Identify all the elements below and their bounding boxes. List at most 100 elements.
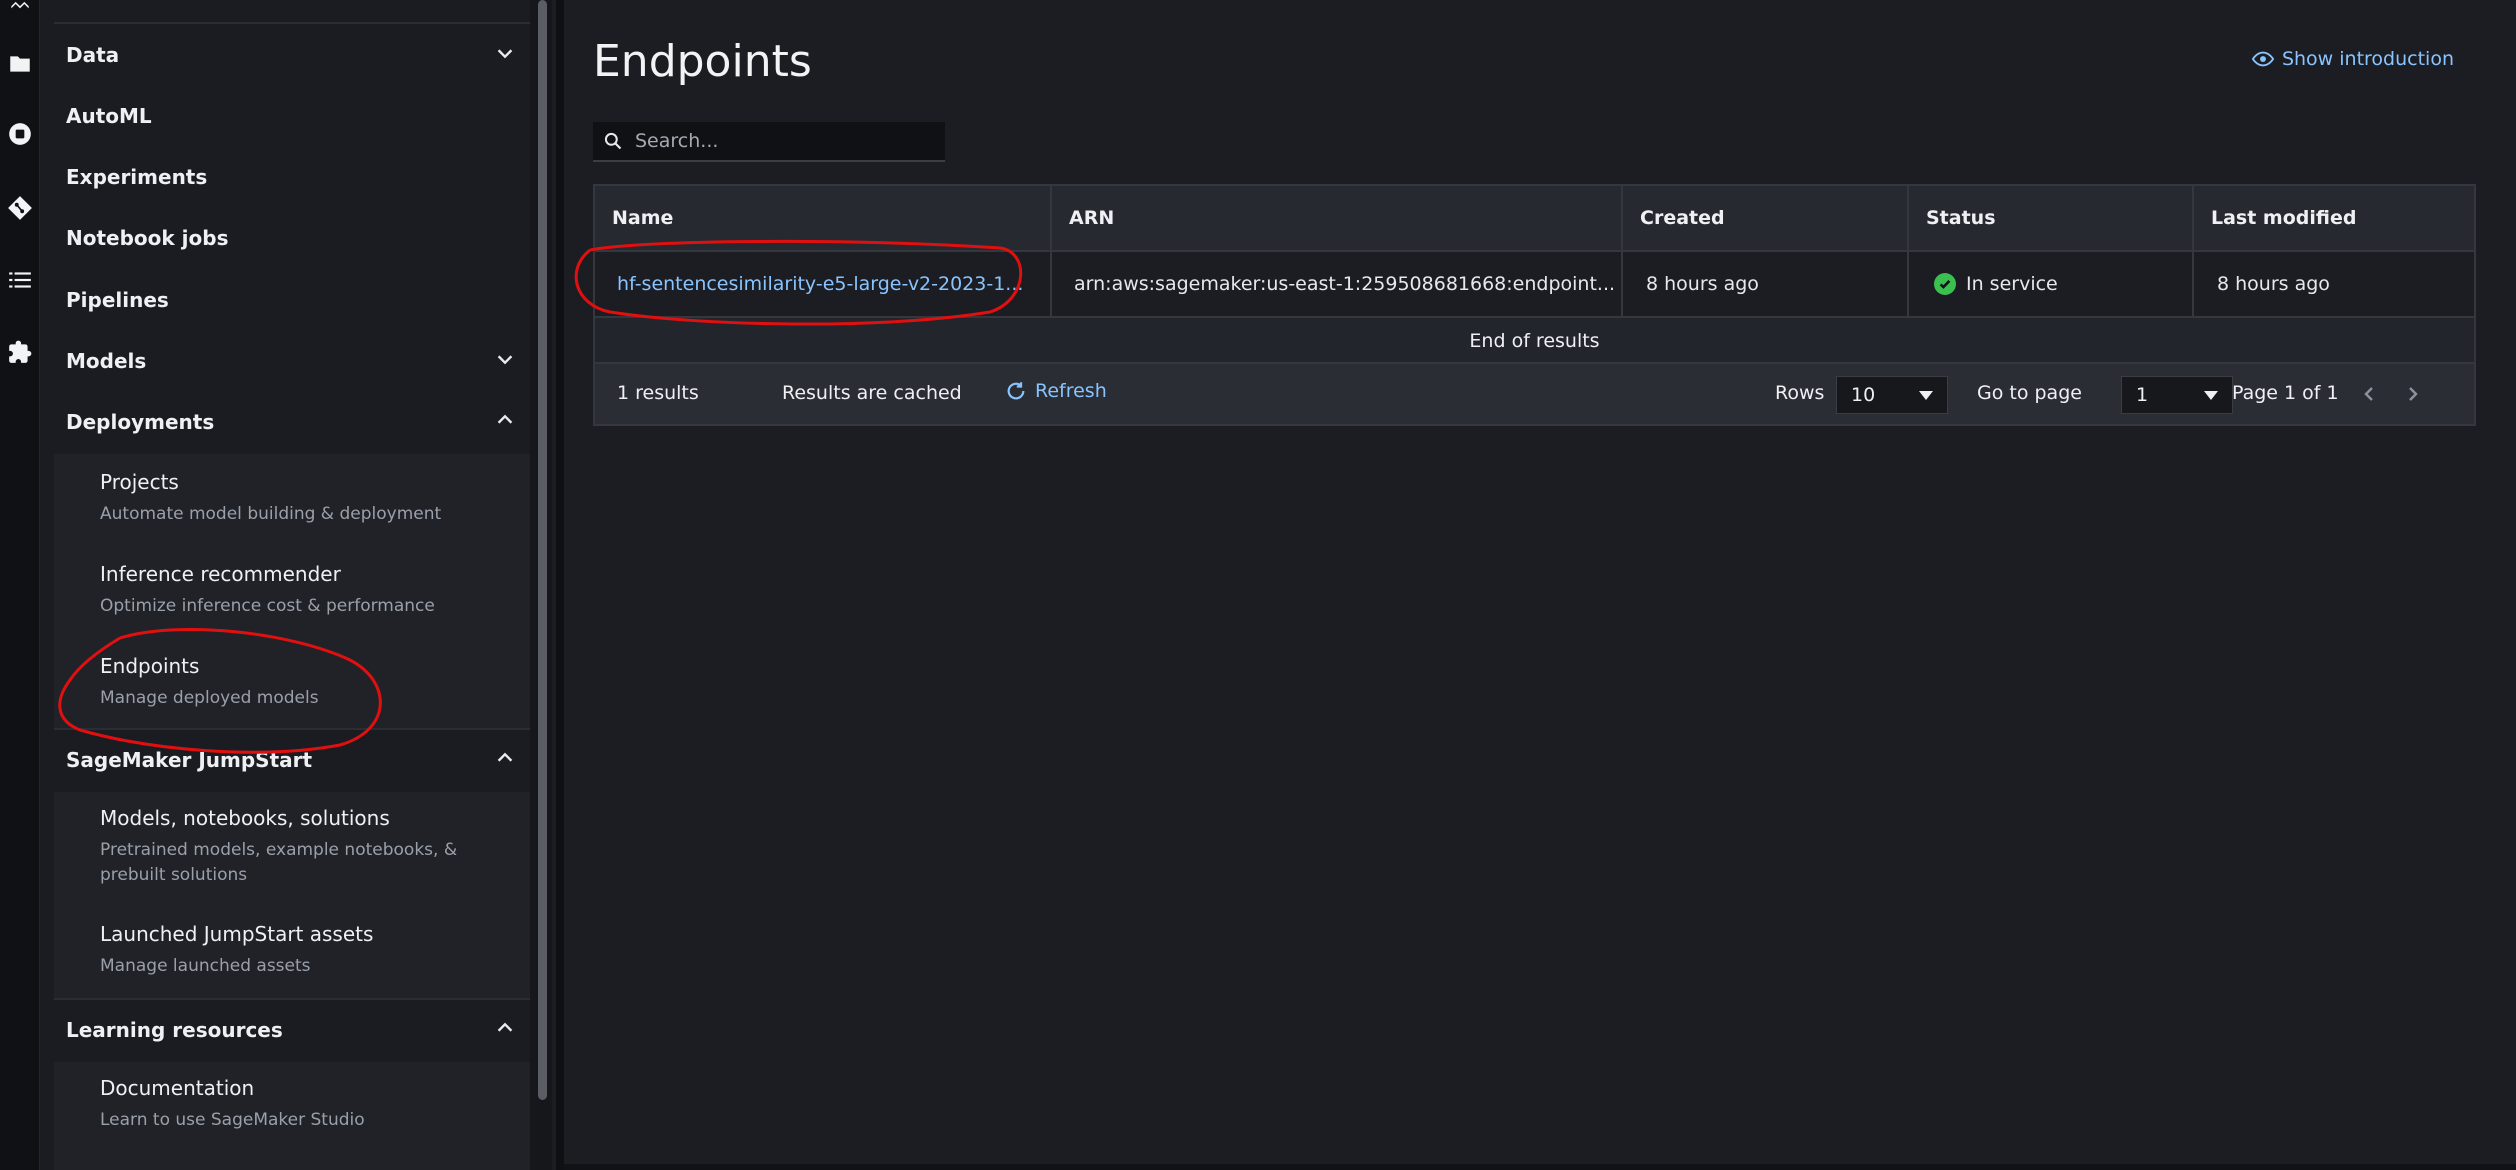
list-icon[interactable] xyxy=(2,262,38,298)
sidebar-item-inference-recommender[interactable]: Inference recommender Optimize inference… xyxy=(100,562,520,619)
endpoint-last-modified: 8 hours ago xyxy=(2217,273,2330,295)
chevron-down-icon[interactable] xyxy=(494,348,516,375)
column-header-last-modified[interactable]: Last modified xyxy=(2194,186,2474,250)
sidebar-item-learning-resources[interactable]: Learning resources xyxy=(66,1010,530,1050)
sidebar-item-label: Experiments xyxy=(66,165,208,189)
sub-item-title: Endpoints xyxy=(100,654,200,678)
sub-item-title: Documentation xyxy=(100,1076,255,1100)
sub-item-title: Models, notebooks, solutions xyxy=(100,806,390,830)
sidebar-divider xyxy=(54,998,530,1000)
show-introduction-label: Show introduction xyxy=(2281,48,2454,70)
stop-circle-icon[interactable] xyxy=(2,116,38,152)
endpoint-arn: arn:aws:sagemaker:us-east-1:259508681668… xyxy=(1052,252,1623,316)
search-box[interactable] xyxy=(593,122,945,162)
sidebar-item-label: SageMaker JumpStart xyxy=(66,748,313,772)
status-label: In service xyxy=(1966,273,2058,295)
column-header-status[interactable]: Status xyxy=(1909,186,2194,250)
sidebar-item-label: Pipelines xyxy=(66,288,169,312)
endpoint-name-link[interactable]: hf-sentencesimilarity-e5-large-v2-2023-1… xyxy=(595,252,1052,316)
sidebar-item-models-notebooks-solutions[interactable]: Models, notebooks, solutions Pretrained … xyxy=(100,806,520,888)
chevron-up-icon[interactable] xyxy=(494,1017,516,1044)
sidebar-item-label: Models xyxy=(66,349,147,373)
refresh-label: Refresh xyxy=(1035,380,1107,402)
end-of-results: End of results xyxy=(595,320,2474,364)
sidebar-scrollbar-thumb[interactable] xyxy=(538,0,547,1100)
go-to-page-select[interactable]: 1 xyxy=(2121,376,2233,414)
column-header-arn[interactable]: ARN xyxy=(1052,186,1623,250)
sidebar-item-label: Data xyxy=(66,43,120,67)
home-icon[interactable] xyxy=(2,0,38,22)
sagemaker-studio-window: Data AutoML Experiments Notebook jobs Pi… xyxy=(0,0,2516,1170)
sidebar-item-documentation[interactable]: Documentation Learn to use SageMaker Stu… xyxy=(100,1076,520,1133)
sidebar-item-projects[interactable]: Projects Automate model building & deplo… xyxy=(100,470,520,527)
table-row[interactable]: hf-sentencesimilarity-e5-large-v2-2023-1… xyxy=(595,252,2474,318)
rows-per-page-value: 10 xyxy=(1851,384,1876,406)
sidebar-item-jumpstart[interactable]: SageMaker JumpStart xyxy=(66,740,530,780)
sidebar-item-label: Learning resources xyxy=(66,1018,283,1042)
sub-item-title: Projects xyxy=(100,470,179,494)
sub-item-description: Learn to use SageMaker Studio xyxy=(100,1110,365,1130)
refresh-button[interactable]: Refresh xyxy=(1005,380,1107,402)
sidebar: Data AutoML Experiments Notebook jobs Pi… xyxy=(40,0,530,1170)
chevron-right-icon xyxy=(2409,387,2418,401)
sidebar-item-label: AutoML xyxy=(66,104,152,128)
sub-item-description: Automate model building & deployment xyxy=(100,504,442,524)
chevron-up-icon[interactable] xyxy=(494,409,516,436)
sub-item-title: Launched JumpStart assets xyxy=(100,922,374,946)
extension-icon[interactable] xyxy=(2,334,38,370)
refresh-icon xyxy=(1007,382,1025,400)
endpoint-status: In service xyxy=(1909,252,2194,316)
sidebar-item-models[interactable]: Models xyxy=(66,341,530,381)
table-header-row: Name ARN Created Status Last modified xyxy=(595,186,2474,252)
activity-bar xyxy=(0,0,40,1170)
rows-label: Rows xyxy=(1775,382,1825,404)
jumpstart-subgroup: Models, notebooks, solutions Pretrained … xyxy=(54,792,530,998)
chevron-left-icon xyxy=(2364,387,2373,401)
main-content: Endpoints Show introduction Name ARN Cre… xyxy=(564,0,2516,1170)
learning-subgroup: Documentation Learn to use SageMaker Stu… xyxy=(54,1062,530,1170)
sidebar-item-endpoints[interactable]: Endpoints Manage deployed models xyxy=(100,654,520,711)
column-header-name[interactable]: Name xyxy=(595,186,1052,250)
chevron-down-icon[interactable] xyxy=(494,42,516,69)
dropdown-arrow-icon xyxy=(1919,390,1933,400)
check-circle-icon xyxy=(1934,273,1956,295)
sidebar-item-data[interactable]: Data xyxy=(66,35,530,75)
eye-icon xyxy=(2251,51,2274,67)
column-header-created[interactable]: Created xyxy=(1623,186,1909,250)
endpoint-created: 8 hours ago xyxy=(1623,252,1909,316)
endpoints-table: Name ARN Created Status Last modified hf… xyxy=(593,184,2476,426)
sub-item-description: Manage launched assets xyxy=(100,956,311,976)
folder-icon[interactable] xyxy=(2,46,38,82)
sidebar-item-deployments[interactable]: Deployments xyxy=(66,402,530,442)
sub-item-description: Optimize inference cost & performance xyxy=(100,596,435,616)
git-icon[interactable] xyxy=(2,190,38,226)
previous-page-button[interactable] xyxy=(2359,384,2379,404)
go-to-page-label: Go to page xyxy=(1977,382,2082,404)
search-input[interactable] xyxy=(635,130,935,152)
sidebar-divider xyxy=(54,22,530,24)
chevron-up-icon[interactable] xyxy=(494,747,516,774)
sidebar-item-launched-jumpstart-assets[interactable]: Launched JumpStart assets Manage launche… xyxy=(100,922,520,979)
sub-item-description: Manage deployed models xyxy=(100,688,319,708)
show-introduction-link[interactable]: Show introduction xyxy=(2251,48,2454,70)
sidebar-item-label: Notebook jobs xyxy=(66,226,229,250)
next-page-button[interactable] xyxy=(2403,384,2423,404)
sidebar-item-automl[interactable]: AutoML xyxy=(66,96,530,136)
sidebar-item-experiments[interactable]: Experiments xyxy=(66,157,530,197)
deployments-subgroup: Projects Automate model building & deplo… xyxy=(54,454,530,728)
panel-resize-handle[interactable] xyxy=(556,0,564,1170)
sub-item-title: Inference recommender xyxy=(100,562,341,586)
rows-per-page-select[interactable]: 10 xyxy=(1836,376,1948,414)
sidebar-item-notebook-jobs[interactable]: Notebook jobs xyxy=(66,218,530,258)
sub-item-description: Pretrained models, example notebooks, & … xyxy=(100,840,458,885)
table-footer: 1 results Results are cached Refresh Row… xyxy=(595,364,2474,424)
page-title: Endpoints xyxy=(593,36,812,87)
sidebar-item-pipelines[interactable]: Pipelines xyxy=(66,280,530,320)
results-count: 1 results xyxy=(617,382,699,404)
search-icon xyxy=(604,132,622,150)
page-info: Page 1 of 1 xyxy=(2232,382,2339,404)
go-to-page-value: 1 xyxy=(2136,384,2149,406)
main-bottom-edge xyxy=(564,1164,2516,1170)
sidebar-item-label: Deployments xyxy=(66,410,215,434)
dropdown-arrow-icon xyxy=(2204,390,2218,400)
